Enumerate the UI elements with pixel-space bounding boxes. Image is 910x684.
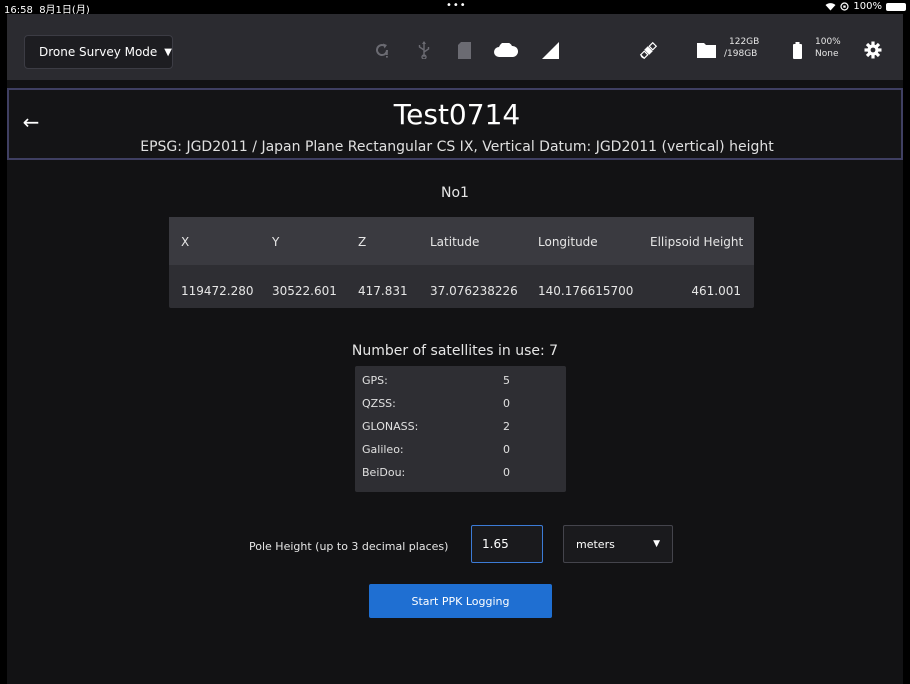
battery-level: 100% [815, 37, 841, 47]
refresh-alert-icon[interactable] [374, 39, 390, 61]
gear-icon[interactable] [864, 39, 882, 61]
column-header-y: Y [272, 235, 280, 249]
battery-percent: 100% [853, 1, 882, 12]
unit-dropdown[interactable]: meters ▼ [563, 525, 673, 563]
column-header-latitude: Latitude [430, 235, 480, 249]
chevron-down-icon: ▼ [164, 46, 172, 58]
satellite-value: 0 [503, 443, 510, 456]
page-title: Test0714 [393, 98, 521, 131]
satellite-row-galileo: Galileo: 0 [355, 441, 566, 460]
crs-subtitle: EPSG: JGD2011 / Japan Plane Rectangular … [140, 139, 774, 155]
value-longitude: 140.176615700 [538, 284, 634, 298]
column-header-z: Z [358, 235, 367, 249]
chevron-down-icon: ▼ [653, 539, 660, 549]
unit-label: meters [576, 537, 615, 551]
satellite-row-gps: GPS: 5 [355, 372, 566, 391]
satellite-value: 5 [503, 374, 510, 387]
satellite-value: 0 [503, 397, 510, 410]
battery-readout: 100% None [815, 36, 841, 60]
multitask-dots[interactable]: ••• [446, 0, 467, 11]
value-latitude: 37.076238226 [430, 284, 518, 298]
project-header: ← Test0714 EPSG: JGD2011 / Japan Plane R… [7, 88, 903, 160]
satellite-icon[interactable] [639, 39, 658, 61]
start-ppk-logging-button[interactable]: Start PPK Logging [369, 584, 552, 618]
value-x: 119472.280 [181, 284, 254, 298]
satellite-label: Galileo: [362, 443, 404, 456]
satellite-label: GPS: [362, 374, 388, 387]
top-toolbar: Drone Survey Mode ▼ 122GB /198GB 100% No… [7, 14, 903, 80]
satellite-row-beidou: BeiDou: 0 [355, 464, 566, 483]
status-bar: 16:58 8月1日(月) ••• 100% [0, 0, 910, 16]
value-y: 30522.601 [272, 284, 337, 298]
column-header-longitude: Longitude [538, 235, 598, 249]
coordinates-table: X Y Z Latitude Longitude Ellipsoid Heigh… [169, 217, 754, 308]
pole-height-label: Pole Height (up to 3 decimal places) [249, 540, 449, 553]
satellite-value: 0 [503, 466, 510, 479]
storage-readout: 122GB /198GB [724, 36, 759, 60]
satellite-label: GLONASS: [362, 420, 419, 433]
mode-label: Drone Survey Mode [39, 45, 158, 59]
status-right: 100% [825, 1, 906, 12]
value-ellipsoid-height: 461.001 [691, 284, 741, 298]
table-header-row: X Y Z Latitude Longitude Ellipsoid Heigh… [169, 217, 754, 265]
satellite-value: 2 [503, 420, 510, 433]
column-header-ellipsoid-height: Ellipsoid Height [650, 235, 744, 249]
cloud-icon[interactable] [494, 39, 518, 61]
satellite-row-qzss: QZSS: 0 [355, 395, 566, 414]
wifi-icon [825, 3, 836, 11]
orientation-lock-icon [840, 2, 850, 11]
signal-icon[interactable] [542, 39, 559, 61]
satellite-row-glonass: GLONASS: 2 [355, 418, 566, 437]
point-name: No1 [441, 185, 469, 201]
battery-status: None [815, 49, 839, 59]
column-header-x: X [181, 235, 190, 249]
sd-card-icon[interactable] [458, 39, 471, 61]
folder-icon[interactable] [697, 39, 716, 61]
satellite-label: BeiDou: [362, 466, 406, 479]
device-battery-icon [886, 2, 906, 11]
storage-used: 122GB [729, 37, 760, 47]
satellite-label: QZSS: [362, 397, 396, 410]
usb-icon[interactable] [418, 39, 430, 61]
app-window: Drone Survey Mode ▼ 122GB /198GB 100% No… [7, 14, 903, 684]
satellite-panel: GPS: 5 QZSS: 0 GLONASS: 2 Galileo: 0 Bei… [355, 366, 566, 492]
mode-dropdown[interactable]: Drone Survey Mode ▼ [24, 35, 173, 69]
pole-height-input[interactable] [471, 525, 543, 563]
battery-icon [793, 39, 802, 61]
value-z: 417.831 [358, 284, 408, 298]
storage-total: /198GB [724, 49, 758, 59]
satellite-count-title: Number of satellites in use: 7 [351, 343, 559, 359]
